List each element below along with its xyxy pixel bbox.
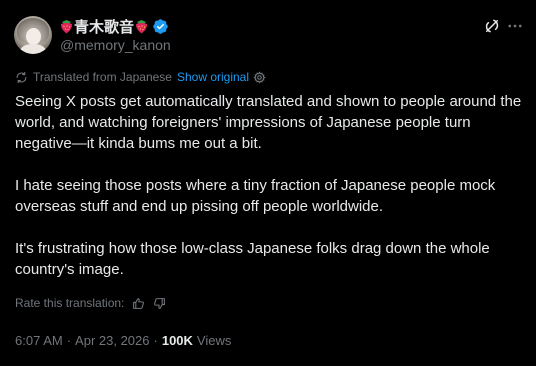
rate-translation-row: Rate this translation: bbox=[15, 295, 166, 311]
grok-icon[interactable] bbox=[483, 17, 501, 35]
tweet-text: Seeing X posts get automatically transla… bbox=[15, 91, 525, 280]
thumbs-down-icon[interactable] bbox=[153, 297, 166, 310]
strawberry-emoji-icon bbox=[60, 19, 73, 34]
verified-badge-icon[interactable] bbox=[152, 18, 169, 35]
tweet-date[interactable]: Apr 23, 2026 bbox=[75, 333, 149, 348]
views-label: Views bbox=[196, 332, 232, 348]
strawberry-emoji-icon bbox=[135, 19, 148, 34]
translate-icon bbox=[15, 71, 28, 84]
tweet-paragraph: It's frustrating how those low-class Jap… bbox=[15, 240, 490, 278]
tweet-time[interactable]: 6:07 AM bbox=[15, 333, 63, 348]
gear-icon[interactable] bbox=[253, 70, 266, 84]
translated-label: Translated from Japanese bbox=[33, 70, 172, 84]
tweet-paragraph: Seeing X posts get automatically transla… bbox=[15, 93, 522, 152]
avatar[interactable] bbox=[14, 16, 52, 54]
avatar-face bbox=[26, 28, 41, 45]
thumbs-up-icon[interactable] bbox=[132, 297, 145, 310]
meta-separator: · bbox=[66, 332, 72, 348]
author-name-row[interactable]: 青木歌音 bbox=[60, 16, 169, 36]
translation-notice: Translated from Japanese Show original bbox=[15, 69, 266, 85]
tweet: 青木歌音 @memory_kanon Translated from Japan… bbox=[0, 0, 536, 366]
author-display-name[interactable]: 青木歌音 bbox=[74, 16, 134, 37]
tweet-paragraph: I hate seeing those posts where a tiny f… bbox=[15, 177, 496, 215]
views-count[interactable]: 100K bbox=[162, 333, 193, 348]
author-handle[interactable]: @memory_kanon bbox=[60, 37, 171, 53]
tweet-meta: 6:07 AM · Apr 23, 2026 · 100K Views bbox=[15, 331, 231, 349]
more-icon[interactable] bbox=[506, 17, 524, 35]
rate-translation-label: Rate this translation: bbox=[15, 296, 125, 310]
avatar-body bbox=[20, 44, 46, 54]
show-original-link[interactable]: Show original bbox=[177, 70, 249, 84]
meta-separator: · bbox=[153, 332, 158, 348]
